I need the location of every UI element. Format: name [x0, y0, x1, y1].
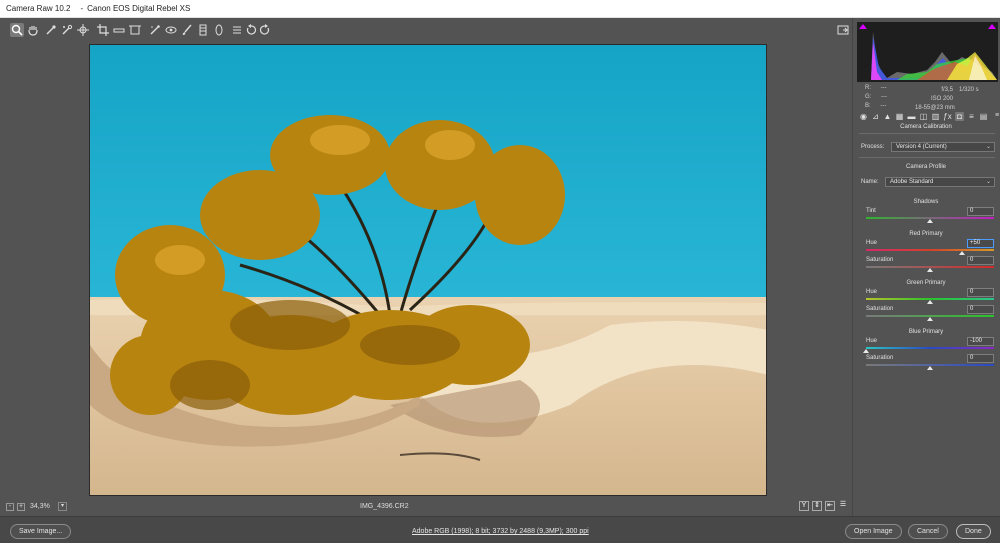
rgb-readout: R: --- G: --- B: ---	[865, 85, 888, 109]
blue-hue-slider-thumb[interactable]	[863, 349, 869, 353]
zoom-in-button[interactable]: +	[17, 503, 25, 511]
image-preview[interactable]	[89, 44, 767, 496]
profile-name-select[interactable]: Adobe Standard ⌄	[885, 177, 995, 187]
zoom-dropdown-button[interactable]: ▾	[58, 502, 67, 511]
rotate-cw-icon[interactable]	[258, 23, 272, 37]
effects-tab-icon[interactable]: ƒx	[943, 112, 952, 121]
process-select[interactable]: Version 4 (Current) ⌄	[891, 142, 995, 152]
save-image-button[interactable]: Save Image...	[10, 524, 72, 539]
red-eye-removal-tool-icon[interactable]	[164, 23, 178, 37]
exif-info: f/3,5 1/320 s ISO 20018-55@23 mm	[915, 87, 979, 111]
red-saturation-value-field[interactable]: 0	[967, 256, 994, 265]
tint-value-field[interactable]: 0	[967, 207, 994, 216]
red-hue-slider-thumb[interactable]	[959, 251, 965, 255]
hand-tool-icon[interactable]	[26, 23, 40, 37]
open-image-button[interactable]: Open Image	[845, 524, 902, 539]
panel-title: Camera Calibration	[900, 124, 952, 130]
transform-tool-icon[interactable]	[128, 23, 142, 37]
zoom-out-button[interactable]: -	[6, 503, 14, 511]
shadow-clipping-icon[interactable]	[859, 24, 867, 29]
zoom-level: 34,3%	[30, 503, 50, 510]
tone-curve-tab-icon[interactable]: ⊿	[871, 112, 880, 121]
window-title: Camera Raw 10.2- Canon EOS Digital Rebel …	[6, 4, 191, 13]
blue-hue-label: Hue	[866, 338, 878, 344]
cancel-button[interactable]: Cancel	[908, 524, 948, 539]
right-panel: R: --- G: --- B: --- f/3,5 1/320 s ISO 20…	[852, 18, 1000, 516]
full-screen-toggle-icon[interactable]	[836, 23, 850, 37]
divider	[859, 133, 995, 134]
snapshots-tab-icon[interactable]: ▤	[979, 112, 988, 121]
red-hue-slider-track[interactable]	[866, 249, 994, 251]
green-saturation-label: Saturation	[866, 306, 894, 312]
green-hue-slider-thumb[interactable]	[927, 300, 933, 304]
preferences-list-icon[interactable]	[230, 23, 244, 37]
transform-tab-icon[interactable]: ▥	[931, 112, 940, 121]
blue-saturation-label: Saturation	[866, 355, 894, 361]
chevron-down-icon: ⌄	[985, 179, 991, 185]
blue-hue-value-field[interactable]: -100	[967, 337, 994, 346]
file-name: IMG_4396.CR2	[360, 503, 409, 510]
toggle-settings-icon[interactable]: ☰	[838, 501, 848, 511]
adjustment-brush-tool-icon[interactable]	[180, 23, 194, 37]
before-after-toggle-icon[interactable]: Y	[799, 501, 809, 511]
blue-primary-title: Blue Primary	[908, 329, 944, 335]
shadows-title: Shadows	[913, 199, 939, 205]
process-label: Process:	[861, 144, 885, 150]
white-balance-tool-icon[interactable]	[44, 23, 58, 37]
red-saturation-slider-thumb[interactable]	[927, 268, 933, 272]
footer-bar: Save Image... Adobe RGB (1998); 8 bit; 3…	[0, 516, 1000, 543]
profile-name-label: Name:	[861, 179, 879, 185]
red-hue-value-field[interactable]: +50	[967, 239, 994, 248]
red-saturation-label: Saturation	[866, 257, 894, 263]
copy-settings-icon[interactable]: ⇤	[825, 501, 835, 511]
swap-settings-icon[interactable]: ⇕	[812, 501, 822, 511]
lens-corrections-tab-icon[interactable]: ◫	[919, 112, 928, 121]
title-bar: Camera Raw 10.2- Canon EOS Digital Rebel …	[0, 0, 1000, 18]
tint-label: Tint	[866, 208, 876, 214]
toolbar	[0, 18, 852, 44]
red-hue-label: Hue	[866, 240, 878, 246]
hsl-tab-icon[interactable]: ▦	[895, 112, 904, 121]
histogram-graph	[871, 32, 997, 80]
histogram	[857, 22, 998, 82]
split-toning-tab-icon[interactable]: ▬	[907, 112, 916, 121]
straighten-tool-icon[interactable]	[112, 23, 126, 37]
green-primary-title: Green Primary	[906, 280, 946, 286]
color-sampler-tool-icon[interactable]	[60, 23, 74, 37]
done-button[interactable]: Done	[956, 524, 991, 539]
presets-tab-icon[interactable]: ≡	[967, 112, 976, 121]
panel-tabs: ◉ ⊿ ▲ ▦ ▬ ◫ ▥ ƒx ◘ ≡ ▤ ≡	[855, 110, 1000, 124]
blue-saturation-slider-thumb[interactable]	[927, 366, 933, 370]
basic-tab-icon[interactable]: ◉	[859, 112, 868, 121]
green-saturation-value-field[interactable]: 0	[967, 305, 994, 314]
red-primary-title: Red Primary	[909, 231, 943, 237]
camera-profile-title: Camera Profile	[905, 164, 946, 170]
green-hue-value-field[interactable]: 0	[967, 288, 994, 297]
panel-menu-icon[interactable]: ≡	[995, 112, 1000, 119]
preview-status-bar: - + 34,3% ▾ IMG_4396.CR2 Y ⇕ ⇤ ☰	[0, 500, 852, 514]
green-hue-label: Hue	[866, 289, 878, 295]
chevron-down-icon: ⌄	[985, 144, 991, 150]
targeted-adjustment-tool-icon[interactable]	[76, 23, 90, 37]
rotate-ccw-icon[interactable]	[244, 23, 258, 37]
camera-calibration-tab-icon[interactable]: ◘	[955, 112, 964, 121]
zoom-tool-icon[interactable]	[10, 23, 24, 37]
divider	[859, 157, 995, 158]
tint-slider-thumb[interactable]	[927, 219, 933, 223]
photo-graphic	[90, 45, 766, 495]
green-saturation-slider-thumb[interactable]	[927, 317, 933, 321]
spot-removal-tool-icon[interactable]	[148, 23, 162, 37]
detail-tab-icon[interactable]: ▲	[883, 112, 892, 121]
blue-hue-slider-track[interactable]	[866, 347, 994, 349]
radial-filter-tool-icon[interactable]	[212, 23, 226, 37]
crop-tool-icon[interactable]	[96, 23, 110, 37]
blue-saturation-value-field[interactable]: 0	[967, 354, 994, 363]
highlight-clipping-icon[interactable]	[988, 24, 996, 29]
workflow-options-link[interactable]: Adobe RGB (1998); 8 bit; 3732 by 2488 (9…	[412, 528, 589, 535]
graduated-filter-tool-icon[interactable]	[196, 23, 210, 37]
